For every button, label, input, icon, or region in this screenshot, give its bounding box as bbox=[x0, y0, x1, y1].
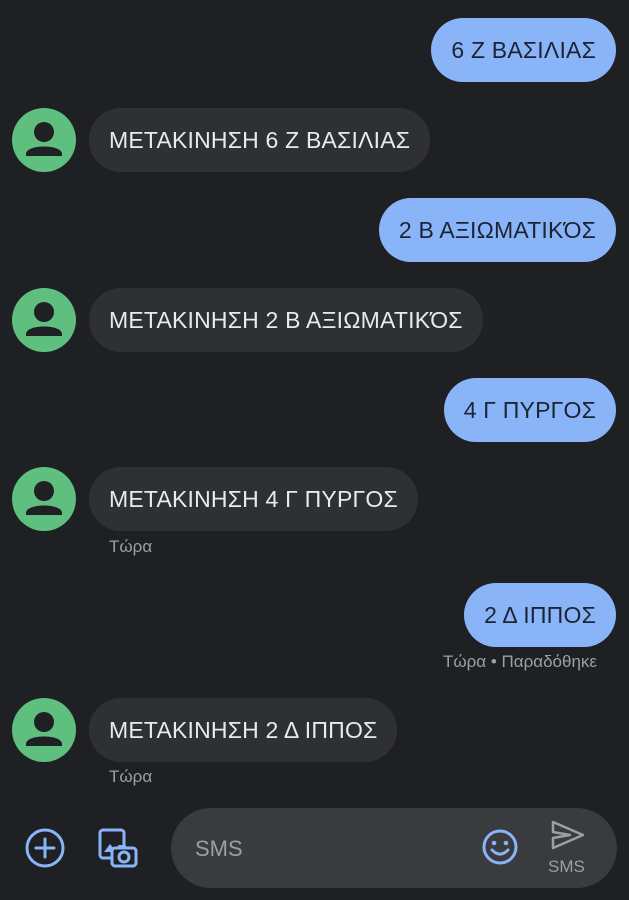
message-timestamp: Τώρα bbox=[109, 767, 153, 786]
gallery-camera-icon bbox=[98, 828, 138, 868]
message-text: ΜΕΤΑΚΙΝΗΣΗ 6 Ζ ΒΑΣΙΛΙΑΣ bbox=[109, 126, 411, 153]
outgoing-message-bubble[interactable]: 6 Ζ ΒΑΣΙΛΙΑΣ bbox=[431, 18, 616, 82]
send-button-label: SMS bbox=[548, 857, 585, 876]
person-icon bbox=[26, 712, 62, 746]
plus-circle-icon bbox=[25, 828, 65, 868]
message-text: ΜΕΤΑΚΙΝΗΣΗ 2 Δ ΙΠΠΟΣ bbox=[109, 716, 378, 743]
message-text: 6 Ζ ΒΑΣΙΛΙΑΣ bbox=[451, 36, 596, 63]
contact-avatar-icon[interactable] bbox=[12, 288, 76, 352]
message-text: 4 Γ ΠΥΡΓΟΣ bbox=[463, 396, 596, 423]
message-timestamp: Τώρα bbox=[109, 537, 153, 556]
message-status: Τώρα • Παραδόθηκε bbox=[442, 652, 597, 671]
incoming-message-bubble[interactable]: ΜΕΤΑΚΙΝΗΣΗ 4 Γ ΠΥΡΓΟΣ bbox=[89, 467, 418, 531]
incoming-message-bubble[interactable]: ΜΕΤΑΚΙΝΗΣΗ 2 Β ΑΞΙΩΜΑΤΙΚΌΣ bbox=[89, 288, 483, 352]
person-icon bbox=[26, 481, 62, 515]
message-input-placeholder: SMS bbox=[195, 836, 243, 861]
message-text: ΜΕΤΑΚΙΝΗΣΗ 2 Β ΑΞΙΩΜΑΤΙΚΌΣ bbox=[109, 306, 463, 333]
contact-avatar-icon[interactable] bbox=[12, 108, 76, 172]
message-text: 2 Δ ΙΠΠΟΣ bbox=[484, 601, 596, 628]
conversation-screen: 6 Ζ ΒΑΣΙΛΙΑΣ ΜΕΤΑΚΙΝΗΣΗ 6 Ζ ΒΑΣΙΛΙΑΣ 2 Β… bbox=[0, 0, 629, 900]
message-text: 2 Β ΑΞΙΩΜΑΤΙΚΌΣ bbox=[398, 216, 596, 243]
gallery-button[interactable] bbox=[96, 826, 140, 870]
emoji-icon bbox=[482, 829, 518, 865]
outgoing-message-bubble[interactable]: 2 Δ ΙΠΠΟΣ bbox=[464, 583, 616, 647]
send-button[interactable] bbox=[550, 818, 586, 852]
send-icon bbox=[551, 820, 585, 850]
outgoing-message-bubble[interactable]: 2 Β ΑΞΙΩΜΑΤΙΚΌΣ bbox=[378, 198, 616, 262]
emoji-button[interactable] bbox=[481, 828, 519, 866]
outgoing-message-bubble[interactable]: 4 Γ ΠΥΡΓΟΣ bbox=[443, 378, 616, 442]
add-attachment-button[interactable] bbox=[24, 827, 66, 869]
message-text: ΜΕΤΑΚΙΝΗΣΗ 4 Γ ΠΥΡΓΟΣ bbox=[109, 485, 398, 512]
incoming-message-bubble[interactable]: ΜΕΤΑΚΙΝΗΣΗ 2 Δ ΙΠΠΟΣ bbox=[89, 698, 398, 762]
person-icon bbox=[26, 122, 62, 156]
contact-avatar-icon[interactable] bbox=[12, 698, 76, 762]
incoming-message-bubble[interactable]: ΜΕΤΑΚΙΝΗΣΗ 6 Ζ ΒΑΣΙΛΙΑΣ bbox=[89, 108, 431, 172]
person-icon bbox=[26, 302, 62, 336]
contact-avatar-icon[interactable] bbox=[12, 467, 76, 531]
